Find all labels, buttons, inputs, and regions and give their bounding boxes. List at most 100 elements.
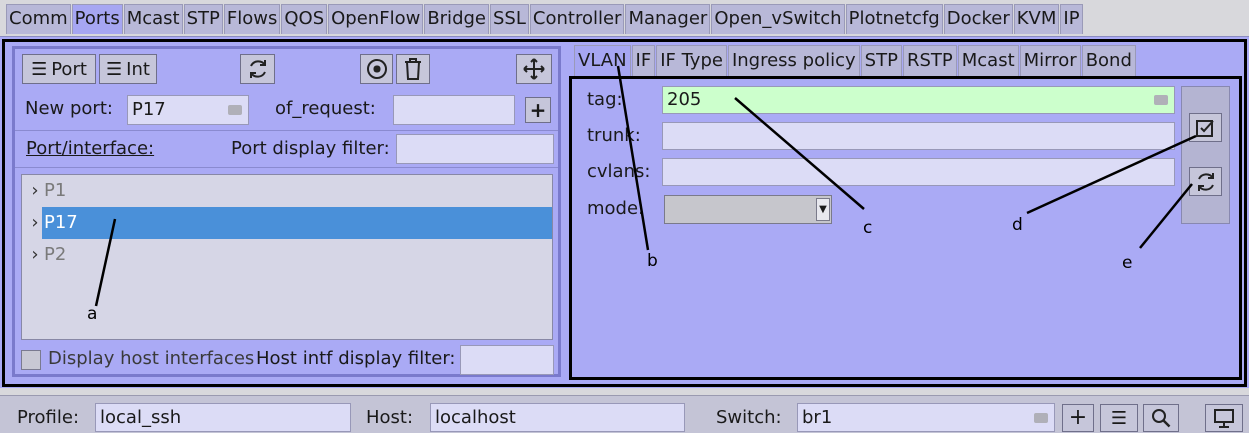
cvlans-input[interactable] bbox=[662, 158, 1175, 186]
chevron-down-icon[interactable]: ▼ bbox=[816, 198, 830, 221]
clear-icon[interactable] bbox=[1154, 95, 1168, 105]
tab-bridge[interactable]: Bridge bbox=[424, 4, 489, 34]
profile-input[interactable]: local_ssh bbox=[95, 403, 351, 432]
monitor-icon bbox=[1214, 409, 1234, 428]
annotation-label-c: c bbox=[863, 218, 873, 238]
port-name: P17 bbox=[44, 212, 78, 233]
tab-stp[interactable]: STP bbox=[860, 45, 902, 76]
plus-icon: + bbox=[529, 98, 547, 122]
switch-list-button[interactable]: ☰ bbox=[1100, 404, 1138, 432]
tag-label: tag: bbox=[587, 89, 623, 110]
tab-stp[interactable]: STP bbox=[183, 4, 223, 34]
tab-controller[interactable]: Controller bbox=[529, 4, 625, 34]
tag-input[interactable]: 205 bbox=[662, 86, 1175, 114]
new-port-input[interactable]: P17 bbox=[127, 95, 249, 125]
add-switch-button[interactable]: + bbox=[1062, 404, 1094, 432]
stop-icon bbox=[366, 59, 387, 79]
selection-highlight bbox=[42, 207, 552, 239]
list-item[interactable]: › P1 bbox=[22, 175, 552, 207]
trunk-input[interactable] bbox=[662, 122, 1175, 150]
tab-open-vswitch[interactable]: Open_vSwitch bbox=[711, 4, 845, 34]
list-item[interactable]: › P2 bbox=[22, 239, 552, 271]
switch-label: Switch: bbox=[716, 407, 782, 428]
port-tree[interactable]: › P1 › P17 › P2 bbox=[21, 174, 553, 340]
trash-icon bbox=[405, 58, 421, 80]
tab-rstp[interactable]: RSTP bbox=[902, 45, 957, 76]
chevron-right-icon[interactable]: › bbox=[28, 239, 42, 271]
trunk-label: trunk: bbox=[587, 125, 641, 146]
cvlans-label: cvlans: bbox=[587, 161, 651, 182]
tab-flows[interactable]: Flows bbox=[223, 4, 281, 34]
tab-vlan[interactable]: VLAN bbox=[574, 45, 631, 76]
add-port-button[interactable]: + bbox=[525, 97, 551, 123]
checkbox-edit-icon bbox=[1195, 119, 1214, 137]
port-interface-label[interactable]: Port/interface: bbox=[26, 138, 154, 159]
action-sidebar bbox=[1181, 86, 1230, 224]
port-button-label: Port bbox=[51, 58, 87, 80]
tab-if[interactable]: IF bbox=[631, 45, 656, 76]
refresh-icon bbox=[249, 60, 266, 78]
apply-button[interactable] bbox=[1189, 113, 1222, 142]
new-port-label: New port: bbox=[25, 98, 113, 119]
menu-icon: ☰ bbox=[1110, 407, 1128, 429]
host-input[interactable]: localhost bbox=[430, 403, 685, 432]
host-filter-input[interactable] bbox=[460, 345, 554, 375]
divider bbox=[15, 130, 558, 131]
plus-icon: + bbox=[1068, 405, 1088, 430]
switch-value: br1 bbox=[802, 407, 833, 428]
clear-icon[interactable] bbox=[228, 105, 242, 115]
chevron-right-icon[interactable]: › bbox=[28, 207, 42, 239]
port-display-filter-label: Port display filter: bbox=[231, 138, 390, 159]
list-item[interactable]: › P17 bbox=[22, 207, 552, 239]
port-display-filter-input[interactable] bbox=[396, 134, 554, 164]
delete-button[interactable] bbox=[396, 54, 430, 84]
tab-qos[interactable]: QOS bbox=[281, 4, 328, 34]
search-button[interactable] bbox=[1143, 404, 1179, 432]
port-name: P2 bbox=[44, 244, 67, 265]
tab-docker[interactable]: Docker bbox=[943, 4, 1013, 34]
int-button[interactable]: ☰ Int bbox=[99, 54, 157, 84]
tab-plotnetcfg[interactable]: Plotnetcfg bbox=[845, 4, 943, 34]
terminal-button[interactable] bbox=[1205, 404, 1243, 432]
tab-mcast[interactable]: Mcast bbox=[123, 4, 183, 34]
annotation-label-a: a bbox=[87, 304, 98, 324]
chevron-right-icon[interactable]: › bbox=[28, 175, 42, 207]
host-filter-label: Host intf display filter: bbox=[256, 348, 456, 369]
tab-mcast[interactable]: Mcast bbox=[957, 45, 1019, 76]
search-icon bbox=[1152, 409, 1171, 428]
divider bbox=[15, 167, 558, 168]
tab-ingress-policy[interactable]: Ingress policy bbox=[727, 45, 860, 76]
tab-manager[interactable]: Manager bbox=[625, 4, 711, 34]
profile-value: local_ssh bbox=[100, 407, 182, 428]
int-button-label: Int bbox=[126, 58, 150, 80]
host-interfaces-checkbox[interactable] bbox=[21, 350, 41, 370]
of-request-input[interactable] bbox=[393, 95, 515, 125]
port-name: P1 bbox=[44, 180, 67, 201]
tab-ip[interactable]: IP bbox=[1060, 4, 1083, 34]
mode-label: mode: bbox=[587, 198, 645, 219]
tab-mirror[interactable]: Mirror bbox=[1019, 45, 1081, 76]
move-button[interactable] bbox=[516, 54, 552, 84]
refresh-button[interactable] bbox=[240, 54, 275, 84]
stop-button[interactable] bbox=[360, 54, 393, 84]
tag-value: 205 bbox=[667, 89, 702, 110]
host-value: localhost bbox=[435, 407, 516, 428]
switch-input[interactable]: br1 bbox=[797, 403, 1055, 432]
refresh-icon bbox=[1197, 172, 1214, 191]
tab-openflow[interactable]: OpenFlow bbox=[328, 4, 424, 34]
tab-comm[interactable]: Comm bbox=[6, 4, 71, 34]
menu-icon: ☰ bbox=[31, 58, 48, 80]
tab-kvm[interactable]: KVM bbox=[1013, 4, 1060, 34]
tab-if-type[interactable]: IF Type bbox=[656, 45, 727, 76]
tab-bond[interactable]: Bond bbox=[1081, 45, 1136, 76]
reload-button[interactable] bbox=[1189, 167, 1222, 196]
annotation-label-d: d bbox=[1012, 215, 1023, 235]
mode-select[interactable]: ▼ bbox=[664, 195, 832, 224]
port-button[interactable]: ☰ Port bbox=[22, 54, 96, 84]
new-port-value: P17 bbox=[132, 99, 166, 120]
tab-ssl[interactable]: SSL bbox=[490, 4, 529, 34]
clear-icon[interactable] bbox=[1034, 413, 1048, 423]
tab-ports[interactable]: Ports bbox=[71, 4, 123, 34]
annotation-label-b: b bbox=[647, 251, 658, 271]
sub-tab-bar: VLAN IF IF Type Ingress policy STP RSTP … bbox=[574, 45, 1137, 76]
